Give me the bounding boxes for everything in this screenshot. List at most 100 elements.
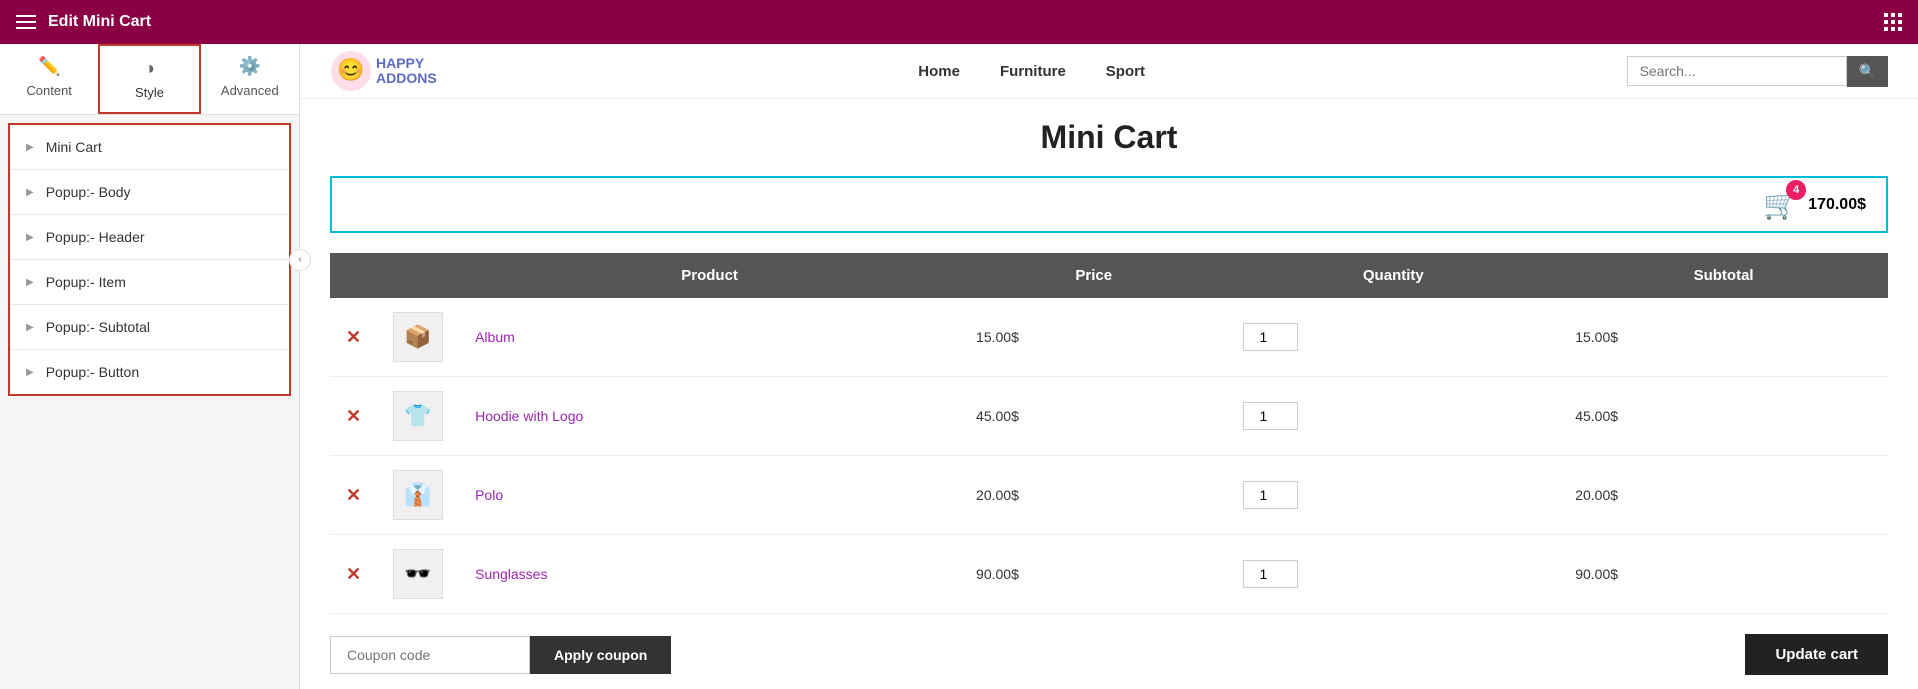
product-subtotal-cell: 45.00$: [1559, 377, 1888, 456]
coupon-area: Apply coupon: [330, 636, 671, 674]
product-name-cell: Sunglasses: [459, 535, 960, 614]
table-row: ✕ 👔 Polo 20.00$ 20.00$: [330, 456, 1888, 535]
table-row: ✕ 👕 Hoodie with Logo 45.00$ 45.00$: [330, 377, 1888, 456]
product-qty-cell: [1227, 377, 1559, 456]
logo-addons-text: ADDONS: [376, 71, 437, 86]
product-table: Product Price Quantity Subtotal ✕ 📦 Albu…: [330, 253, 1888, 614]
svg-text:😊: 😊: [337, 57, 364, 82]
product-price-cell: 90.00$: [960, 535, 1227, 614]
nav-links: Home Furniture Sport: [467, 63, 1597, 80]
th-img: [377, 253, 459, 298]
chevron-icon: ▶: [26, 277, 34, 288]
product-subtotal-cell: 15.00$: [1559, 298, 1888, 377]
pencil-icon: ✏️: [38, 56, 60, 77]
product-name[interactable]: Hoodie with Logo: [475, 408, 583, 424]
product-qty-cell: [1227, 456, 1559, 535]
product-price-cell: 15.00$: [960, 298, 1227, 377]
product-price: 15.00$: [976, 329, 1019, 345]
product-thumb-cell: 🕶️: [377, 535, 459, 614]
update-cart-button[interactable]: Update cart: [1745, 634, 1888, 675]
sidebar-item-popup-subtotal[interactable]: ▶ Popup:- Subtotal: [10, 305, 289, 350]
nav-home[interactable]: Home: [918, 63, 960, 80]
search-button[interactable]: 🔍: [1847, 56, 1888, 87]
quantity-input[interactable]: [1243, 323, 1298, 351]
topbar-title: Edit Mini Cart: [48, 13, 151, 31]
remove-button[interactable]: ✕: [346, 327, 361, 347]
nav-sport[interactable]: Sport: [1106, 63, 1145, 80]
product-name[interactable]: Polo: [475, 487, 503, 503]
sidebar-item-popup-item[interactable]: ▶ Popup:- Item: [10, 260, 289, 305]
sidebar-item-list: ▶ Mini Cart ▶ Popup:- Body ▶ Popup:- Hea…: [8, 123, 291, 396]
cart-actions: Apply coupon Update cart: [330, 634, 1888, 675]
table-header-row: Product Price Quantity Subtotal: [330, 253, 1888, 298]
collapse-sidebar-button[interactable]: ‹: [289, 249, 311, 271]
product-thumb-cell: 👕: [377, 377, 459, 456]
product-thumb-cell: 📦: [377, 298, 459, 377]
apply-coupon-button[interactable]: Apply coupon: [530, 636, 671, 674]
sidebar-tabs: ✏️ Content ◑ Style ⚙️ Advanced: [0, 44, 299, 115]
nav-furniture[interactable]: Furniture: [1000, 63, 1066, 80]
table-row: ✕ 📦 Album 15.00$ 15.00$: [330, 298, 1888, 377]
product-price: 90.00$: [976, 566, 1019, 582]
search-input[interactable]: [1627, 56, 1847, 86]
th-price: Price: [960, 253, 1227, 298]
remove-button[interactable]: ✕: [346, 564, 361, 584]
sidebar-item-popup-body[interactable]: ▶ Popup:- Body: [10, 170, 289, 215]
content-area: 😊 HAPPY ADDONS Home Furniture Sport 🔍 Mi…: [300, 44, 1918, 689]
sidebar-item-mini-cart[interactable]: ▶ Mini Cart: [10, 125, 289, 170]
coupon-input[interactable]: [330, 636, 530, 674]
grid-icon[interactable]: [1884, 13, 1902, 31]
search-area: 🔍: [1627, 56, 1888, 87]
product-price-cell: 20.00$: [960, 456, 1227, 535]
product-thumbnail: 👔: [393, 470, 443, 520]
product-subtotal-cell: 90.00$: [1559, 535, 1888, 614]
cart-total: 170.00$: [1808, 196, 1866, 214]
sidebar-item-popup-button[interactable]: ▶ Popup:- Button: [10, 350, 289, 394]
remove-cell: ✕: [330, 377, 377, 456]
product-price: 45.00$: [976, 408, 1019, 424]
product-price-cell: 45.00$: [960, 377, 1227, 456]
sidebar: ✏️ Content ◑ Style ⚙️ Advanced ▶ Mini Ca…: [0, 44, 300, 689]
chevron-icon: ▶: [26, 232, 34, 243]
table-row: ✕ 🕶️ Sunglasses 90.00$ 90.00$: [330, 535, 1888, 614]
product-name-cell: Album: [459, 298, 960, 377]
th-quantity: Quantity: [1227, 253, 1559, 298]
product-subtotal: 90.00$: [1575, 566, 1618, 582]
tab-style[interactable]: ◑ Style: [98, 44, 200, 114]
tab-advanced[interactable]: ⚙️ Advanced: [201, 44, 299, 114]
cart-icon-wrap[interactable]: 🛒 4: [1763, 188, 1798, 221]
style-icon: ◑: [144, 58, 155, 79]
chevron-icon: ▶: [26, 367, 34, 378]
product-qty-cell: [1227, 535, 1559, 614]
nav-header: 😊 HAPPY ADDONS Home Furniture Sport 🔍: [300, 44, 1918, 99]
tab-content[interactable]: ✏️ Content: [0, 44, 98, 114]
product-subtotal: 45.00$: [1575, 408, 1618, 424]
sidebar-item-popup-header[interactable]: ▶ Popup:- Header: [10, 215, 289, 260]
product-name-cell: Hoodie with Logo: [459, 377, 960, 456]
chevron-icon: ▶: [26, 322, 34, 333]
product-name[interactable]: Sunglasses: [475, 566, 547, 582]
product-thumbnail: 👕: [393, 391, 443, 441]
page-title: Mini Cart: [330, 119, 1888, 156]
cart-badge: 4: [1786, 180, 1806, 200]
product-name[interactable]: Album: [475, 329, 515, 345]
chevron-icon: ▶: [26, 187, 34, 198]
remove-cell: ✕: [330, 535, 377, 614]
product-subtotal: 15.00$: [1575, 329, 1618, 345]
product-price: 20.00$: [976, 487, 1019, 503]
product-thumb-cell: 👔: [377, 456, 459, 535]
quantity-input[interactable]: [1243, 560, 1298, 588]
remove-button[interactable]: ✕: [346, 406, 361, 426]
top-bar: Edit Mini Cart: [0, 0, 1918, 44]
logo-icon: 😊: [330, 50, 372, 92]
page-content: Mini Cart 🛒 4 170.00$ Product Price: [300, 99, 1918, 689]
remove-button[interactable]: ✕: [346, 485, 361, 505]
product-thumbnail: 📦: [393, 312, 443, 362]
logo: 😊 HAPPY ADDONS: [330, 50, 437, 92]
remove-cell: ✕: [330, 456, 377, 535]
th-subtotal: Subtotal: [1559, 253, 1888, 298]
quantity-input[interactable]: [1243, 481, 1298, 509]
hamburger-menu[interactable]: [16, 15, 36, 29]
quantity-input[interactable]: [1243, 402, 1298, 430]
remove-cell: ✕: [330, 298, 377, 377]
